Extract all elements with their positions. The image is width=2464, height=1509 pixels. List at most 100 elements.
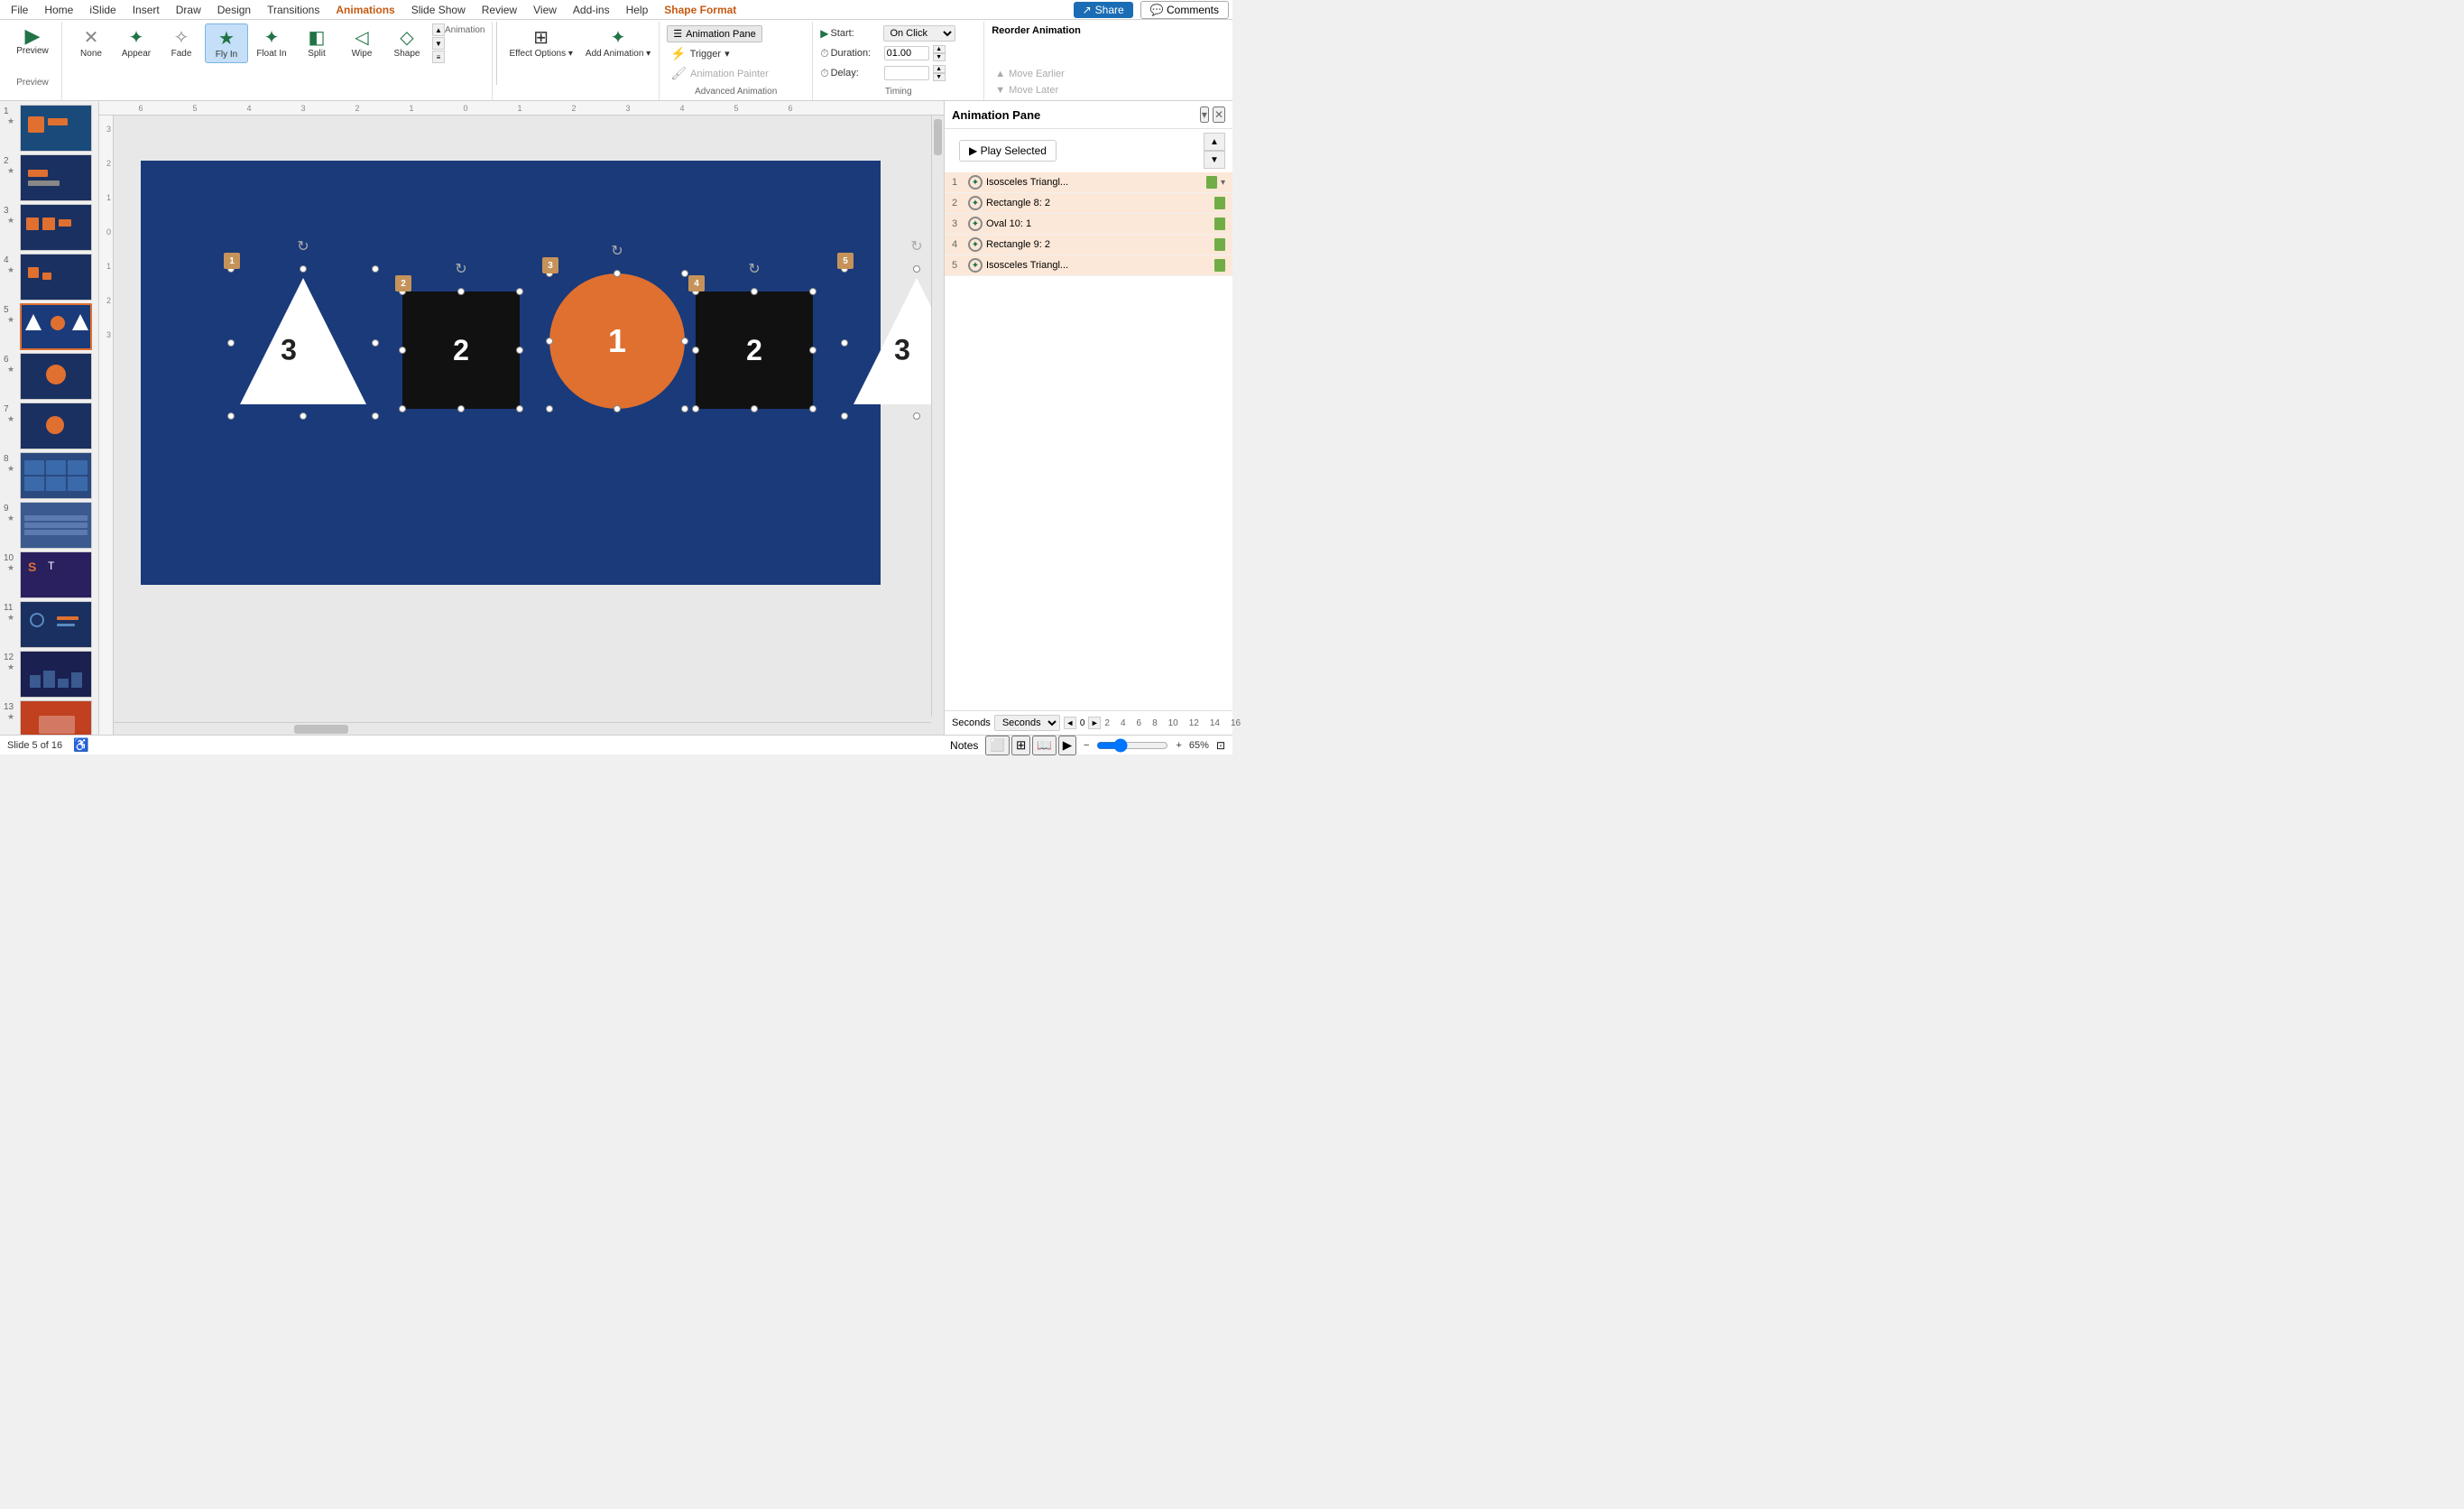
reading-view-button[interactable]: 📖 (1032, 736, 1057, 755)
slide-thumb-2[interactable]: 2 ★ (4, 154, 95, 201)
share-button[interactable]: ↗ Share (1074, 2, 1133, 18)
rotate-handle-5[interactable]: ↻ (910, 237, 922, 255)
shape-square-right[interactable]: ↻ 4 2 (696, 292, 813, 409)
timeline-nav-prev[interactable]: ◄ (1064, 717, 1076, 729)
handle-mr[interactable] (372, 339, 379, 347)
anim-scroll-up[interactable]: ▲ (432, 23, 445, 36)
anim-wipe-button[interactable]: ◁ Wipe (340, 23, 383, 61)
slide-thumb-10[interactable]: 10 ★ S T (4, 551, 95, 598)
menu-addins[interactable]: Add-ins (566, 2, 617, 18)
slide-sorter-button[interactable]: ⊞ (1011, 736, 1030, 755)
anim-item-3[interactable]: 3 ✦ Oval 10: 1 (945, 214, 1232, 235)
duration-spin-up[interactable]: ▲ (933, 45, 946, 53)
menu-design[interactable]: Design (210, 2, 258, 18)
anim-flyin-button[interactable]: ★ Fly In (205, 23, 248, 63)
anim-pane-close[interactable]: ✕ (1213, 106, 1225, 123)
animation-pane-button[interactable]: ☰ Animation Pane (667, 25, 762, 42)
trigger-button[interactable]: ⚡ Trigger ▾ (667, 45, 733, 62)
shape-square-left[interactable]: ↻ 2 2 (402, 292, 520, 409)
handle-tc[interactable] (300, 265, 307, 273)
slide-thumb-4[interactable]: 4 ★ (4, 254, 95, 301)
menu-home[interactable]: Home (37, 2, 80, 18)
canvas-scrollbar-horizontal[interactable] (114, 722, 931, 735)
menu-animations[interactable]: Animations (328, 2, 401, 18)
anim-item-1[interactable]: 1 ✦ Isosceles Triangl... ▾ (945, 172, 1232, 193)
menu-review[interactable]: Review (475, 2, 524, 18)
menu-help[interactable]: Help (619, 2, 656, 18)
normal-view-button[interactable]: ⬜ (985, 736, 1010, 755)
canvas-scrollbar-vertical[interactable] (931, 116, 944, 717)
slide-thumb-13[interactable]: 13 ★ (4, 700, 95, 735)
add-animation-button[interactable]: ✦ Add Animation ▾ (581, 23, 655, 61)
anim-none-button[interactable]: ✕ None (69, 23, 113, 61)
slide-thumb-6[interactable]: 6 ★ (4, 353, 95, 400)
anim-fade-button[interactable]: ✧ Fade (160, 23, 203, 61)
anim-floatin-button[interactable]: ✦ Float In (250, 23, 293, 61)
circle-shape[interactable]: 1 (549, 273, 685, 409)
slide-canvas[interactable]: ↻ 1 3 (141, 161, 881, 585)
menu-islide[interactable]: iSlide (82, 2, 123, 18)
handle-tr[interactable] (372, 265, 379, 273)
anim-move-down-button[interactable]: ▼ (1204, 151, 1225, 169)
effect-options-button[interactable]: ⊞ Effect Options ▾ (504, 23, 577, 61)
accessibility-icon[interactable]: ♿ (73, 737, 88, 753)
duration-spin-down[interactable]: ▼ (933, 53, 946, 61)
slide-thumb-9[interactable]: 9 ★ (4, 502, 95, 549)
slide-thumb-12[interactable]: 12 ★ (4, 651, 95, 698)
slide-thumb-1[interactable]: 1 ★ (4, 105, 95, 152)
notes-button[interactable]: Notes (950, 739, 978, 752)
comments-button[interactable]: 💬 Comments (1140, 1, 1229, 19)
zoom-slider[interactable] (1096, 738, 1168, 753)
move-later-button[interactable]: ▼ Move Later (992, 84, 1103, 97)
handle-bl[interactable] (227, 412, 235, 420)
play-selected-button[interactable]: ▶ Play Selected (959, 140, 1057, 162)
anim-expand-1[interactable]: ▾ (1221, 178, 1225, 188)
anim-scroll-all[interactable]: ≡ (432, 51, 445, 63)
anim-pane-dropdown[interactable]: ▾ (1200, 106, 1209, 123)
anim-item-2[interactable]: 2 ✦ Rectangle 8: 2 (945, 193, 1232, 214)
timeline-selector[interactable]: Seconds (994, 715, 1060, 731)
slide-thumb-11[interactable]: 11 ★ (4, 601, 95, 648)
shape-triangle-right[interactable]: ↻ 5 3 (844, 269, 944, 416)
rotate-handle-1[interactable]: ↻ (297, 237, 309, 255)
handle-br[interactable] (372, 412, 379, 420)
menu-slideshow[interactable]: Slide Show (404, 2, 473, 18)
anim-split-button[interactable]: ◧ Split (295, 23, 338, 61)
move-earlier-button[interactable]: ▲ Move Earlier (992, 68, 1103, 80)
rotate-handle-2[interactable]: ↻ (455, 260, 466, 278)
delay-spin-down[interactable]: ▼ (933, 73, 946, 81)
shape-circle[interactable]: ↻ 3 1 (549, 273, 685, 409)
rotate-handle-3[interactable]: ↻ (611, 242, 623, 260)
zoom-plus[interactable]: + (1176, 740, 1181, 751)
square-shape-left[interactable]: 2 (402, 292, 520, 409)
delay-input[interactable] (884, 66, 929, 80)
timeline-nav-next[interactable]: ► (1088, 717, 1101, 729)
scrollbar-thumb-h[interactable] (294, 725, 348, 734)
anim-move-up-button[interactable]: ▲ (1204, 133, 1225, 151)
slide-thumb-5[interactable]: 5 ★ (4, 303, 95, 350)
slideshow-button[interactable]: ▶ (1058, 736, 1076, 755)
duration-input[interactable] (884, 46, 929, 60)
shape-triangle-left[interactable]: ↻ 1 3 (231, 269, 375, 416)
preview-button[interactable]: ▶ Preview (11, 23, 54, 76)
slide-thumb-7[interactable]: 7 ★ (4, 403, 95, 449)
scrollbar-thumb-v[interactable] (934, 119, 942, 155)
handle-ml[interactable] (227, 339, 235, 347)
delay-spin-up[interactable]: ▲ (933, 65, 946, 73)
zoom-minus[interactable]: − (1084, 740, 1089, 751)
menu-file[interactable]: File (4, 2, 35, 18)
menu-shapeformat[interactable]: Shape Format (657, 2, 743, 18)
handle-bc[interactable] (300, 412, 307, 420)
fit-slide-button[interactable]: ⊡ (1216, 739, 1225, 752)
menu-insert[interactable]: Insert (125, 2, 167, 18)
slide-thumb-8[interactable]: 8 ★ (4, 452, 95, 499)
rotate-handle-4[interactable]: ↻ (748, 260, 760, 278)
anim-scroll-down[interactable]: ▼ (432, 37, 445, 50)
anim-item-5[interactable]: 5 ✦ Isosceles Triangl... (945, 255, 1232, 276)
start-select[interactable]: On Click (883, 25, 955, 42)
anim-item-4[interactable]: 4 ✦ Rectangle 9: 2 (945, 235, 1232, 255)
animation-painter-button[interactable]: 🖌 Animation Painter (667, 65, 772, 82)
anim-shape-button[interactable]: ◇ Shape (385, 23, 429, 61)
anim-appear-button[interactable]: ✦ Appear (115, 23, 158, 61)
menu-draw[interactable]: Draw (169, 2, 208, 18)
